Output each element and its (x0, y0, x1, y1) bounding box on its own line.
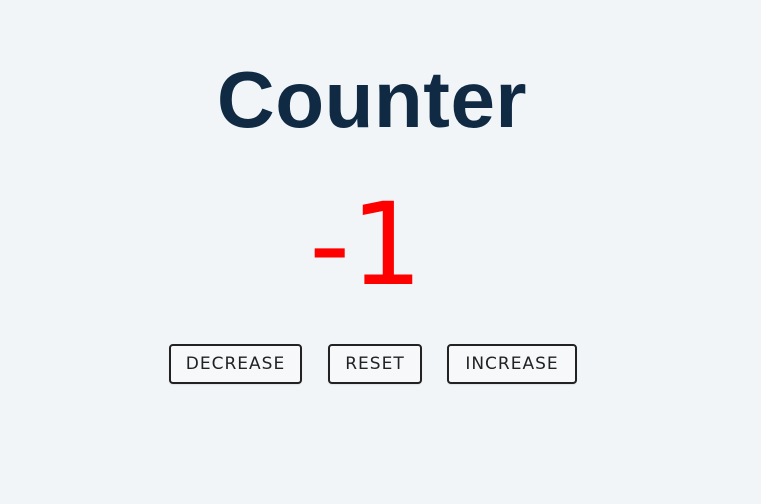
decrease-button[interactable]: DECREASE (169, 344, 302, 384)
counter-app: Counter -1 DECREASE RESET INCREASE (0, 0, 761, 504)
page-title: Counter (216, 55, 528, 144)
increase-button[interactable]: INCREASE (447, 344, 577, 384)
reset-button[interactable]: RESET (328, 344, 422, 384)
button-group: DECREASE RESET INCREASE (169, 344, 589, 384)
counter-value: -1 (309, 178, 423, 311)
